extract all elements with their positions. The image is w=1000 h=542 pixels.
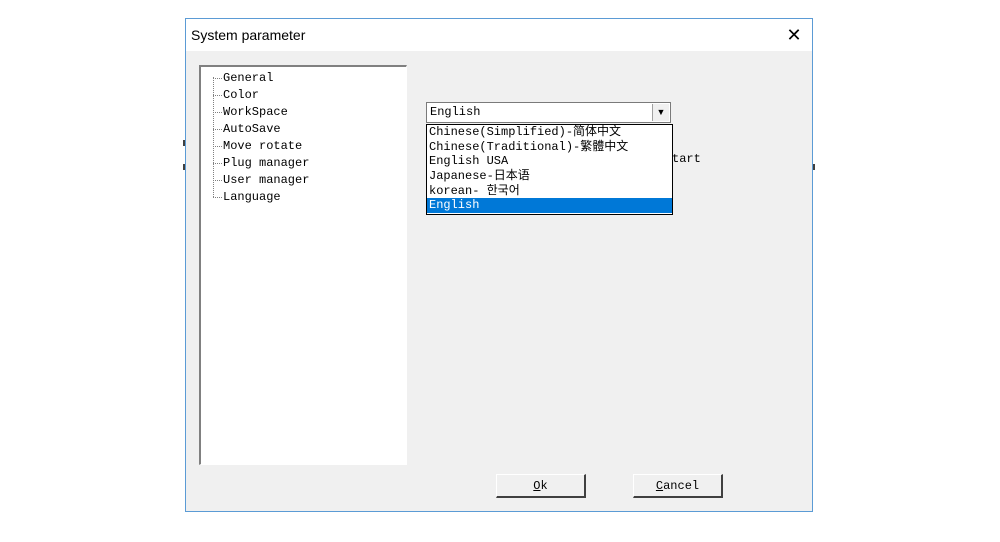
- language-option-english[interactable]: English: [427, 198, 672, 214]
- tree-item-move-rotate[interactable]: Move rotate: [211, 138, 302, 155]
- tree-item-label: Move rotate: [223, 139, 303, 153]
- language-option-english-usa[interactable]: English USA: [427, 154, 672, 169]
- language-option-japanese[interactable]: Japanese-日本语: [427, 169, 672, 184]
- background-window-edge-mark: [183, 164, 185, 170]
- title-bar[interactable]: System parameter ✕: [186, 19, 812, 51]
- cancel-button[interactable]: Cancel: [633, 474, 723, 498]
- tree-branch-icon: [211, 87, 223, 104]
- background-window-edge-mark: [813, 164, 815, 170]
- tree-item-color[interactable]: Color: [211, 87, 259, 104]
- tree-item-plug-manager[interactable]: Plug manager: [211, 155, 309, 172]
- tree-branch-icon: [211, 189, 223, 206]
- tree-item-label: Plug manager: [223, 156, 310, 170]
- tree-branch-icon: [211, 172, 223, 189]
- tree-item-user-manager[interactable]: User manager: [211, 172, 309, 189]
- tree-item-label: General: [223, 71, 274, 85]
- tree-branch-icon: [211, 104, 223, 121]
- language-option-chinese-traditional[interactable]: Chinese(Traditional)-繁體中文: [427, 140, 672, 155]
- system-parameter-dialog: System parameter ✕ General Color WorkSpa…: [185, 18, 813, 512]
- cancel-mnemonic: C: [655, 479, 664, 493]
- language-option-chinese-simplified[interactable]: Chinese(Simplified)-简体中文: [427, 125, 672, 140]
- dialog-title: System parameter: [191, 27, 306, 43]
- tree-item-label: WorkSpace: [223, 105, 288, 119]
- tree-branch-icon: [211, 121, 223, 138]
- settings-category-tree[interactable]: General Color WorkSpace AutoSave Move ro…: [199, 65, 407, 465]
- tree-item-label: AutoSave: [223, 122, 281, 136]
- ok-label: k: [540, 479, 548, 493]
- tree-item-autosave[interactable]: AutoSave: [211, 121, 281, 138]
- tree-item-general[interactable]: General: [211, 70, 273, 87]
- ok-mnemonic: O: [533, 479, 541, 493]
- tree-branch-icon: [211, 155, 223, 172]
- ok-button[interactable]: Ok: [496, 474, 586, 498]
- tree-item-label: Language: [223, 190, 281, 204]
- tree-item-workspace[interactable]: WorkSpace: [211, 104, 288, 121]
- partially-hidden-label: tart: [672, 152, 701, 166]
- close-icon[interactable]: ✕: [784, 25, 804, 45]
- dropdown-arrow-icon[interactable]: ▼: [652, 104, 669, 121]
- tree-branch-icon: [211, 138, 223, 155]
- tree-item-label: Color: [223, 88, 260, 102]
- language-select[interactable]: English ▼: [426, 102, 671, 123]
- language-option-korean[interactable]: korean- 한국어: [427, 184, 672, 199]
- language-dropdown-list[interactable]: Chinese(Simplified)-简体中文 Chinese(Traditi…: [426, 124, 673, 215]
- tree-item-label: User manager: [223, 173, 310, 187]
- cancel-label: ancel: [663, 479, 700, 493]
- language-select-value: English: [430, 105, 481, 119]
- tree-item-language[interactable]: Language: [211, 189, 281, 206]
- tree-branch-icon: [211, 70, 223, 87]
- background-window-edge-mark: [183, 140, 185, 146]
